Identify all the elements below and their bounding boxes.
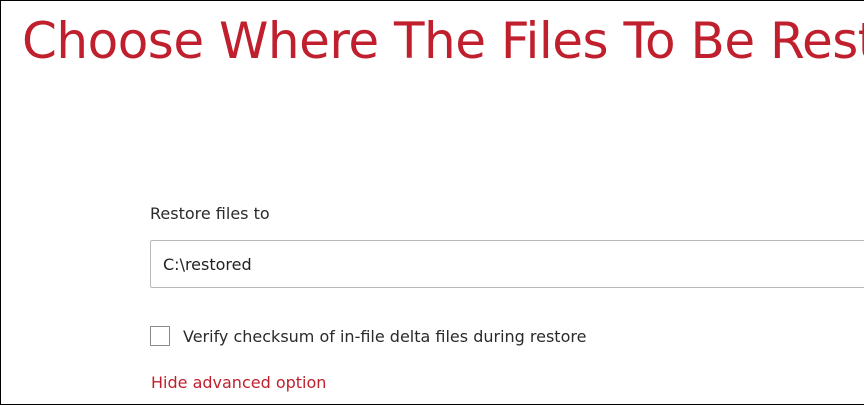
page-title: Choose Where The Files To Be Restored — [22, 12, 864, 70]
verify-checksum-checkbox[interactable] — [150, 326, 170, 346]
restore-files-to-label: Restore files to — [150, 204, 270, 223]
restore-path-input[interactable] — [150, 240, 864, 288]
restore-destination-panel: Choose Where The Files To Be Restored Re… — [0, 0, 864, 405]
verify-checksum-label: Verify checksum of in-file delta files d… — [183, 326, 587, 346]
verify-checksum-option[interactable]: Verify checksum of in-file delta files d… — [150, 326, 586, 346]
hide-advanced-option-link[interactable]: Hide advanced option — [151, 373, 326, 392]
